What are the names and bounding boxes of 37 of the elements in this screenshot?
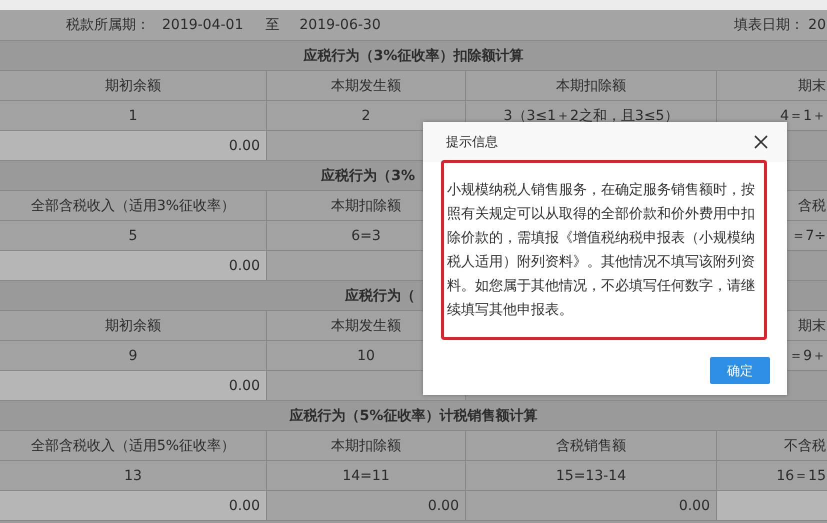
column-header: 不含税 — [717, 431, 827, 460]
amount-cell: 0.00 — [466, 491, 717, 520]
line-number-cell: 15=13-14 — [466, 461, 717, 490]
column-header: 期初余额 — [0, 71, 267, 100]
dialog-title: 提示信息 — [446, 134, 498, 151]
fill-date-label: 填表日期： — [734, 16, 804, 34]
amount-cell: 0.00 — [0, 491, 267, 520]
section-title: 应税行为（3%征收率）扣除额计算 — [304, 46, 524, 64]
line-number-cell: 1 — [0, 101, 267, 130]
start-date: 2019-04-01 — [162, 17, 244, 33]
section-title: 应税行为（5%征收率）计税销售额计算 — [290, 406, 538, 424]
column-header: 本期扣除额 — [267, 431, 466, 460]
amount-cell: 0.00 — [0, 131, 267, 160]
amount-cell: 0.00 — [0, 251, 267, 280]
column-header: 期末 — [717, 71, 827, 100]
column-header: 含税销售额 — [466, 431, 717, 460]
amount-cell: 0.00 — [0, 371, 267, 400]
close-icon[interactable] — [754, 135, 768, 149]
line-number-cell: 9 — [0, 341, 267, 370]
end-date: 2019-06-30 — [299, 17, 381, 33]
line-number-cell: 14=11 — [267, 461, 466, 490]
column-header: 本期发生额 — [267, 71, 466, 100]
column-header: 本期扣除额 — [466, 71, 717, 100]
confirm-button[interactable]: 确定 — [710, 357, 770, 384]
line-number-cell: 13 — [0, 461, 267, 490]
fill-date: 20 — [808, 17, 826, 33]
section-title: 应税行为（ — [345, 286, 415, 304]
line-number-cell: 5 — [0, 221, 267, 250]
column-header: 全部含税收入（适用3%征收率） — [0, 191, 267, 220]
line-number-cell: 2 — [267, 101, 466, 130]
section-title: 应税行为（3% — [321, 166, 415, 184]
column-header: 期初余额 — [0, 311, 267, 340]
line-number-cell: 16＝15 — [717, 461, 827, 490]
to-label: 至 — [265, 16, 280, 34]
amount-cell: 0.00 — [267, 491, 466, 520]
period-label: 税款所属期： — [66, 16, 150, 34]
column-header: 全部含税收入（适用5%征收率） — [0, 431, 267, 460]
